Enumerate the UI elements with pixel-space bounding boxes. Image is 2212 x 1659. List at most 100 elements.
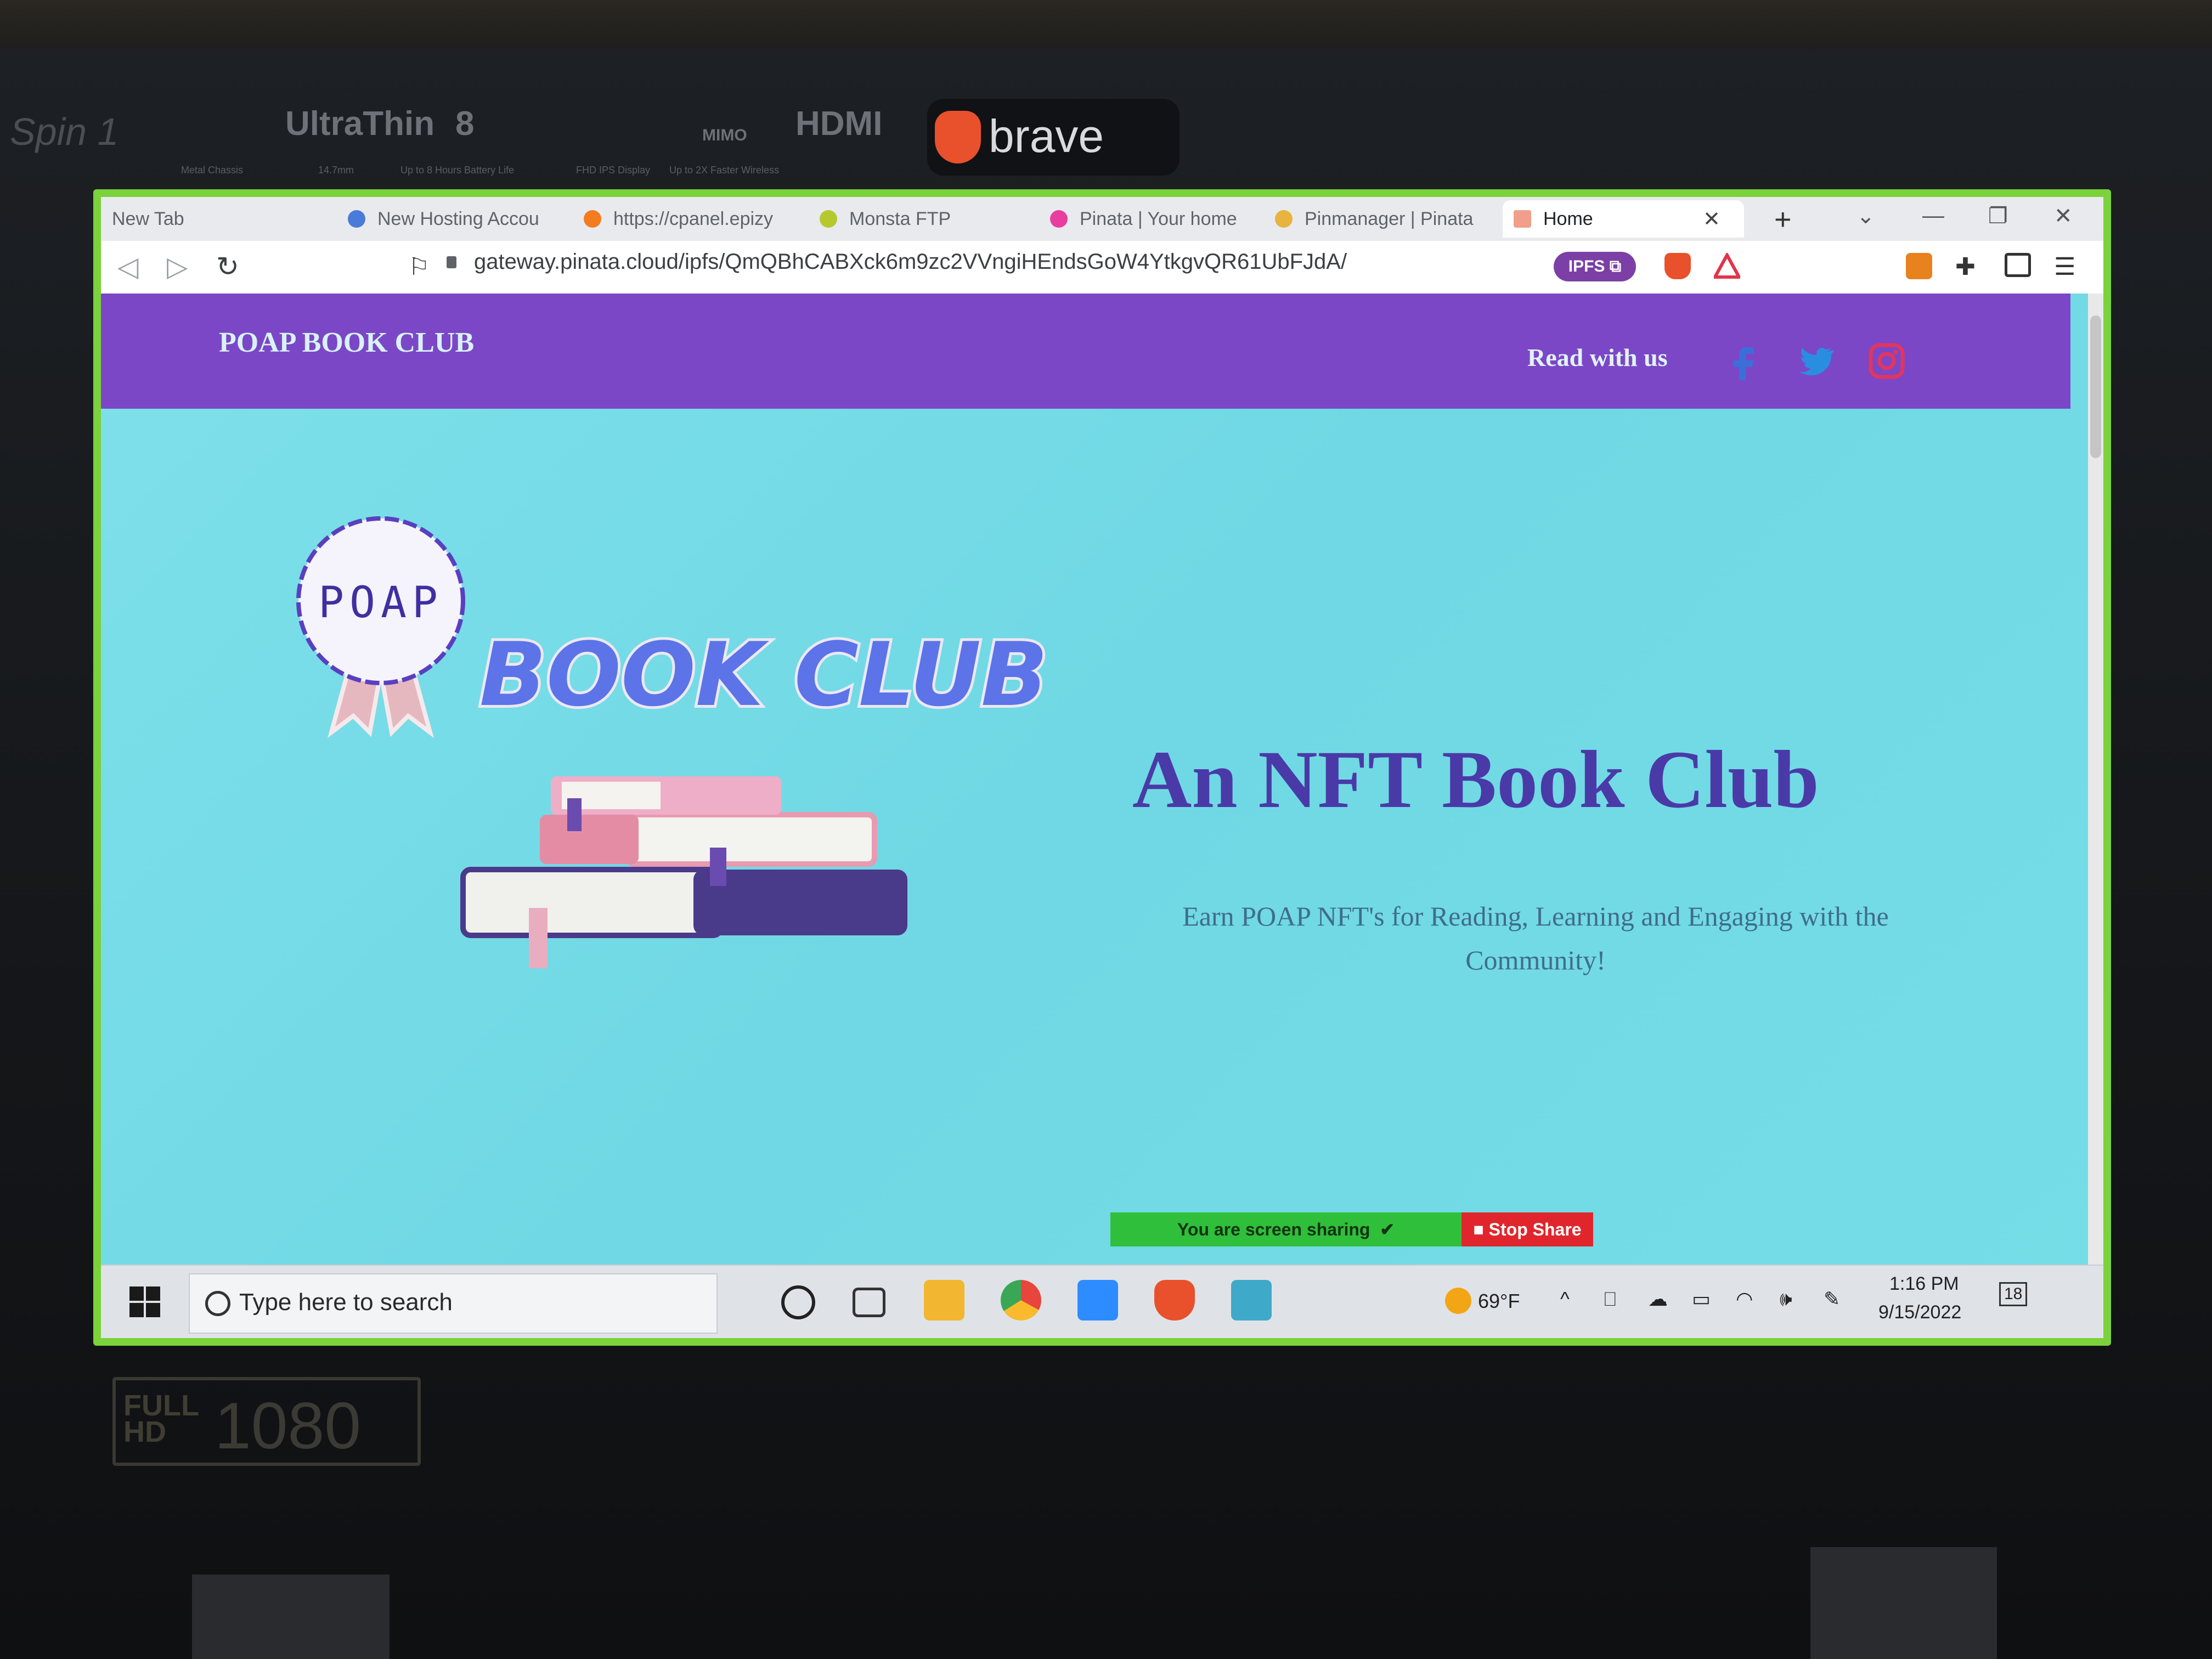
menu-icon[interactable]: ☰ [2054,253,2080,280]
windows-start-icon[interactable] [128,1285,161,1318]
restore-button[interactable]: ❐ [1988,204,2008,229]
search-placeholder: Type here to search [239,1289,453,1316]
metamask-icon[interactable] [1906,253,1932,279]
screen-sharing-status: You are screen sharing ✔ [1110,1212,1462,1246]
brave-sticker: brave [927,99,1180,176]
ipfs-label: IPFS [1568,257,1605,275]
wallet-icon[interactable] [2005,253,2031,277]
right-hinge [1810,1547,1997,1659]
hd-label: HD [123,1415,166,1448]
brave-shields-icon[interactable] [1664,253,1691,279]
tab-hosting[interactable]: New Hosting Accou [348,200,567,238]
sticker-sub-thin: 14.7mm [318,165,354,176]
pinmanager-icon [1275,210,1293,228]
file-explorer-icon[interactable] [924,1280,964,1321]
pinata-icon [1050,210,1068,228]
tab-label: Monsta FTP [849,208,951,229]
tab-search-icon[interactable]: ⌄ [1857,204,1875,229]
reload-button[interactable]: ↻ [216,251,239,283]
tab-cpanel[interactable]: https://cpanel.epizy [584,200,803,238]
close-window-button[interactable]: ✕ [2054,204,2073,229]
volume-icon[interactable]: 🕪 [1780,1288,1792,1311]
minimize-button[interactable]: — [1922,204,1944,228]
tab-new-tab[interactable]: New Tab [112,200,320,238]
stop-share-label: Stop Share [1488,1219,1582,1239]
ipfs-button[interactable]: IPFS ⧉ [1554,252,1636,281]
extensions-icon[interactable]: ✚ [1955,253,1982,280]
resolution-label: 1080 [215,1389,361,1463]
instagram-icon[interactable] [1867,342,1906,380]
new-tab-button[interactable]: + [1774,202,1792,236]
sticker-sub-battery: Up to 8 Hours Battery Life [400,165,515,176]
sticker-ultrathin: UltraThin [285,105,435,143]
clock-date[interactable]: 9/15/2022 [1878,1302,1961,1323]
sticker-sub-display: FHD IPS Display [576,165,651,176]
infinity-icon [348,210,365,228]
page-scrollbar[interactable] [2088,294,2103,1265]
meet-now-icon[interactable]: ⎕ [1604,1288,1616,1311]
brave-lion-icon [935,111,981,163]
zoom-icon[interactable] [1077,1280,1118,1321]
cortana-icon[interactable] [781,1285,815,1319]
brave-rewards-icon[interactable] [1712,251,1742,279]
screen-sharing-label: You are screen sharing [1177,1219,1370,1239]
notification-center-icon[interactable]: 18 [1999,1282,2028,1306]
tab-monsta-ftp[interactable]: Monsta FTP [820,200,1039,238]
facebook-icon[interactable] [1725,342,1763,380]
close-tab-icon[interactable]: ✕ [1703,207,1720,232]
tab-pinata[interactable]: Pinata | Your home [1050,200,1269,238]
scroll-thumb[interactable] [2090,315,2101,458]
hero-title: An NFT Book Club [1132,734,1819,825]
tab-pinmanager[interactable]: Pinmanager | Pinata [1275,200,1494,238]
notification-count: 18 [2004,1285,2023,1303]
tray-overflow-icon[interactable]: ^ [1560,1288,1570,1311]
windows-taskbar: Type here to search 69°F ^ ⎕ ☁ ▭ ◠ 🕪 ✎ 1… [101,1265,2103,1338]
tab-label: New Hosting Accou [377,208,539,229]
app-icon[interactable] [1231,1280,1272,1321]
tab-label: Pinata | Your home [1080,208,1237,229]
task-view-icon[interactable] [853,1288,885,1317]
laptop-sticker-row: Spin 1 UltraThin 8 MIMO HDMI Metal Chass… [0,93,1207,203]
left-hinge [192,1575,390,1659]
hero-subtitle: Earn POAP NFT's for Reading, Learning an… [1182,901,1889,975]
weather-temperature[interactable]: 69°F [1478,1290,1520,1313]
address-bar[interactable]: gateway.pinata.cloud/ipfs/QmQBhCABXck6m9… [474,250,1347,274]
wifi-icon[interactable]: ◠ [1736,1288,1753,1311]
back-button[interactable]: ◁ [117,251,138,283]
chrome-icon[interactable] [1001,1280,1041,1321]
poap-badge-text: POAP [318,578,443,628]
site-brand[interactable]: POAP BOOK CLUB [219,326,474,359]
tab-label: New Tab [112,208,184,229]
stop-share-button[interactable]: ■ Stop Share [1462,1212,1593,1246]
cpanel-icon [584,210,601,228]
full-hd-label: FULL HD [123,1391,199,1448]
forward-button[interactable]: ▷ [167,251,188,283]
sticker-sub-wireless: Up to 2X Faster Wireless [669,165,780,176]
twitter-icon[interactable] [1796,342,1835,380]
pen-icon[interactable]: ✎ [1824,1288,1840,1311]
home-tab-icon [1514,210,1531,228]
weather-sun-icon[interactable] [1445,1288,1471,1314]
battery-icon[interactable]: ▭ [1692,1288,1711,1311]
laptop-brand: Spin 1 [10,110,119,153]
onedrive-icon[interactable]: ☁ [1648,1288,1668,1311]
poap-badge: POAP [296,516,465,685]
poap-book-club-logo: POAP BOOK CLUB [296,516,1051,968]
tab-label: https://cpanel.epizy [613,208,774,229]
sticker-sub-chassis: Metal Chassis [181,165,244,176]
clock-time[interactable]: 1:16 PM [1889,1273,1959,1295]
site-navbar: POAP BOOK CLUB Read with us [101,294,2070,409]
tab-label: Pinmanager | Pinata [1305,208,1474,229]
tab-label: Home [1543,208,1593,229]
read-with-us-link[interactable]: Read with us [1527,343,1668,372]
sticker-battery: 8 [455,105,475,143]
book-stack-illustration [460,776,907,968]
brave-icon[interactable] [1154,1280,1195,1321]
taskbar-search-input[interactable]: Type here to search [189,1273,718,1334]
book-club-logo-text: BOOK CLUB [479,623,1048,726]
laptop-screen: New Tab New Hosting Accou https://cpanel… [93,189,2111,1346]
browser-tab-bar: New Tab New Hosting Accou https://cpanel… [101,197,2103,241]
bookmark-icon[interactable]: ⚐ [408,253,430,281]
monsta-icon [820,210,837,228]
web-page: POAP BOOK CLUB Read with us POAP BOOK CL [101,294,2103,1265]
